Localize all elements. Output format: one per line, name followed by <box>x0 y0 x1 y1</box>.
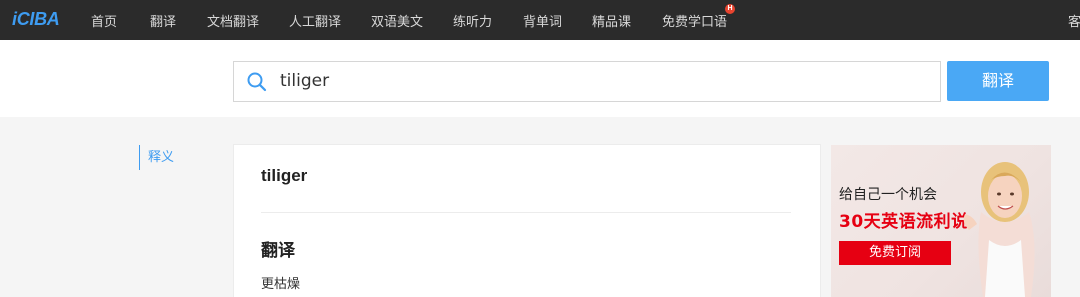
iciba-logo[interactable]: iCIBA <box>12 9 60 30</box>
ad-tagline: 给自己一个机会 <box>839 187 937 203</box>
nav-free-speaking[interactable]: 免费学口语 <box>662 11 727 30</box>
ad-headline: 30天英语流利说 <box>839 212 969 232</box>
tab-definition[interactable]: 释义 <box>139 145 174 170</box>
nav-listening-practice[interactable]: 练听力 <box>453 11 492 30</box>
nav-overflow-item[interactable]: 客 <box>1068 11 1080 30</box>
divider <box>261 212 791 213</box>
translation-meaning: 更枯燥 <box>261 277 301 292</box>
ad-person-image <box>963 162 1035 297</box>
nav-translate[interactable]: 翻译 <box>150 11 176 30</box>
nav-premium-courses[interactable]: 精品课 <box>592 11 631 30</box>
search-input[interactable] <box>280 66 920 96</box>
hot-badge: H <box>725 4 735 14</box>
search-icon <box>247 72 267 92</box>
nav-human-translate[interactable]: 人工翻译 <box>289 11 341 30</box>
ad-subscribe-button[interactable]: 免费订阅 <box>839 241 951 265</box>
word-title: tiliger <box>261 166 308 185</box>
nav-bilingual-articles[interactable]: 双语美文 <box>371 11 423 30</box>
translate-button[interactable]: 翻译 <box>947 61 1049 101</box>
nav-vocabulary[interactable]: 背单词 <box>523 11 562 30</box>
nav-home[interactable]: 首页 <box>91 11 117 30</box>
translation-heading: 翻译 <box>261 241 295 261</box>
nav-document-translate[interactable]: 文档翻译 <box>207 11 259 30</box>
result-card <box>233 144 821 297</box>
